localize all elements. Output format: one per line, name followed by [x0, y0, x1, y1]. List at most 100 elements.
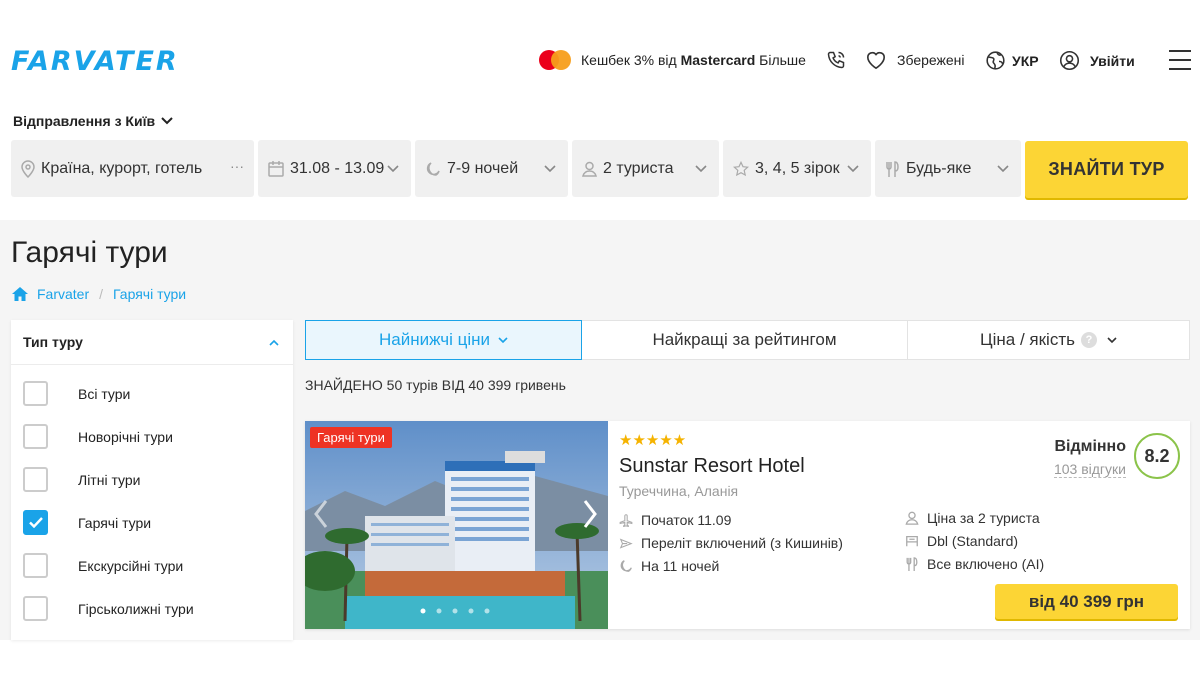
tourists-value: 2 туриста	[603, 159, 674, 177]
meal-type-text: Все включено (AI)	[927, 556, 1045, 572]
departure-select[interactable]: Відправлення з Київ	[13, 113, 173, 129]
nights-select[interactable]: 7-9 ночей	[415, 140, 568, 197]
checkbox-checked[interactable]	[23, 510, 48, 535]
tour-flight-text: Переліт включений (з Кишинів)	[641, 535, 843, 551]
dates-select[interactable]: 31.08 - 13.09	[258, 140, 411, 197]
cashback-text: Кешбек 3% від	[581, 52, 677, 68]
globe-icon	[985, 50, 1006, 71]
filter-option[interactable]: Новорічні тури	[23, 424, 173, 449]
page-title: Гарячі тури	[11, 236, 168, 269]
tour-start-text: Початок 11.09	[641, 512, 732, 528]
hot-tours-badge: Гарячі тури	[310, 427, 392, 448]
language-switch[interactable]: УКР	[985, 50, 1039, 71]
checkbox[interactable]	[23, 596, 48, 621]
more-icon[interactable]: ···	[230, 158, 244, 174]
tab-price-quality[interactable]: Ціна / якість ?	[908, 320, 1190, 360]
header: FARVATER Кешбек 3% від Mastercard Більше…	[0, 0, 1200, 129]
filter-option[interactable]: Всі тури	[23, 381, 130, 406]
tab-label: Найкращі за рейтингом	[652, 330, 837, 349]
rating-label: Відмінно	[1054, 438, 1126, 455]
cashback-promo[interactable]: Кешбек 3% від Mastercard Більше	[539, 50, 806, 70]
dates-value: 31.08 - 13.09	[290, 159, 385, 177]
chevron-right-icon[interactable]	[582, 499, 598, 534]
hotel-card[interactable]: Гарячі тури ★★★★★ Sunstar Resort Hotel Т…	[305, 421, 1190, 629]
language-label: УКР	[1012, 52, 1039, 69]
filter-title: Тип туру	[23, 334, 83, 350]
room-type-text: Dbl (Standard)	[927, 533, 1019, 549]
calendar-icon	[268, 160, 284, 177]
filter-option[interactable]: Екскурсійні тури	[23, 553, 183, 578]
price-for: Ціна за 2 туриста	[905, 510, 1040, 526]
meal-select[interactable]: Будь-яке	[875, 140, 1021, 197]
departure-label: Відправлення з Київ	[13, 113, 156, 129]
hotel-stars: ★★★★★	[619, 432, 687, 449]
filter-option-label: Гірськолижні тури	[78, 600, 194, 617]
filter-option[interactable]: Гарячі тури	[23, 510, 151, 535]
logo[interactable]: FARVATER	[11, 46, 179, 77]
filter-option[interactable]: Літні тури	[23, 467, 140, 492]
checkbox[interactable]	[23, 424, 48, 449]
person-icon	[905, 511, 919, 525]
find-tour-button[interactable]: ЗНАЙТИ ТУР	[1025, 141, 1188, 198]
checkbox[interactable]	[23, 381, 48, 406]
filter-header[interactable]: Тип туру	[11, 320, 293, 365]
moon-icon	[425, 161, 441, 177]
tab-lowest-price[interactable]: Найнижчі ціни	[305, 320, 582, 360]
chevron-left-icon[interactable]	[313, 499, 329, 534]
tab-label: Ціна / якість	[980, 330, 1075, 349]
saved-label: Збережені	[897, 52, 965, 68]
filter-option-label: Екскурсійні тури	[78, 557, 184, 574]
phone-icon	[826, 50, 846, 70]
breadcrumb: Farvater / Гарячі тури	[11, 286, 186, 302]
chevron-down-icon	[695, 160, 707, 178]
menu-icon[interactable]	[1169, 50, 1191, 77]
reviews-link[interactable]: 103 відгуки	[1053, 461, 1126, 478]
cutlery-icon	[885, 160, 900, 177]
user-icon	[1059, 50, 1080, 71]
tour-nights: На 11 ночей	[619, 558, 719, 574]
tab-best-rating[interactable]: Найкращі за рейтингом	[582, 320, 908, 360]
rating-score: 8.2	[1134, 433, 1180, 479]
person-icon	[582, 161, 597, 177]
filter-option-label: Літні тури	[78, 471, 141, 488]
checkbox[interactable]	[23, 553, 48, 578]
help-icon[interactable]: ?	[1080, 332, 1097, 348]
filter-option-label: Всі тури	[78, 385, 131, 402]
home-icon[interactable]	[11, 286, 29, 302]
heart-icon	[865, 50, 887, 70]
star-icon	[733, 160, 749, 177]
cashback-more-link[interactable]: Більше	[759, 52, 806, 68]
hotel-photo[interactable]: Гарячі тури	[305, 421, 608, 629]
cutlery-icon	[906, 557, 918, 571]
price-for-text: Ціна за 2 туриста	[927, 510, 1040, 526]
chevron-down-icon	[544, 160, 556, 178]
cashback-brand: Mastercard	[680, 52, 756, 68]
chevron-down-icon	[161, 117, 173, 125]
login-label: Увійти	[1090, 52, 1135, 69]
login-link[interactable]: Увійти	[1059, 50, 1135, 71]
phone-button[interactable]	[826, 50, 846, 70]
breadcrumb-current[interactable]: Гарячі тури	[113, 286, 186, 302]
chevron-down-icon	[847, 160, 859, 178]
destination-input[interactable]: Країна, курорт, готель ···	[11, 140, 254, 197]
stars-value: 3, 4, 5 зірок	[755, 159, 840, 177]
plane-icon	[619, 514, 633, 527]
saved-link[interactable]: Збережені	[865, 50, 965, 70]
filter-option-label: Новорічні тури	[78, 428, 173, 445]
nights-value: 7-9 ночей	[447, 159, 519, 177]
sort-tabs: Найнижчі ціни Найкращі за рейтингом Ціна…	[305, 320, 1190, 360]
stars-select[interactable]: 3, 4, 5 зірок	[723, 140, 871, 197]
breadcrumb-home[interactable]: Farvater	[37, 286, 89, 302]
checkbox[interactable]	[23, 467, 48, 492]
chevron-down-icon	[498, 336, 508, 344]
filter-option[interactable]: Гірськолижні тури	[23, 596, 194, 621]
room-type: Dbl (Standard)	[905, 533, 1018, 549]
price-button[interactable]: від 40 399 грн	[995, 584, 1178, 619]
chevron-down-icon	[1107, 336, 1117, 344]
tour-start: Початок 11.09	[619, 512, 731, 528]
tourists-select[interactable]: 2 туриста	[572, 140, 719, 197]
chevron-up-icon	[269, 339, 279, 346]
chevron-down-icon	[387, 160, 399, 178]
destination-placeholder: Країна, курорт, готель	[41, 159, 203, 177]
hotel-name[interactable]: Sunstar Resort Hotel	[619, 455, 805, 478]
